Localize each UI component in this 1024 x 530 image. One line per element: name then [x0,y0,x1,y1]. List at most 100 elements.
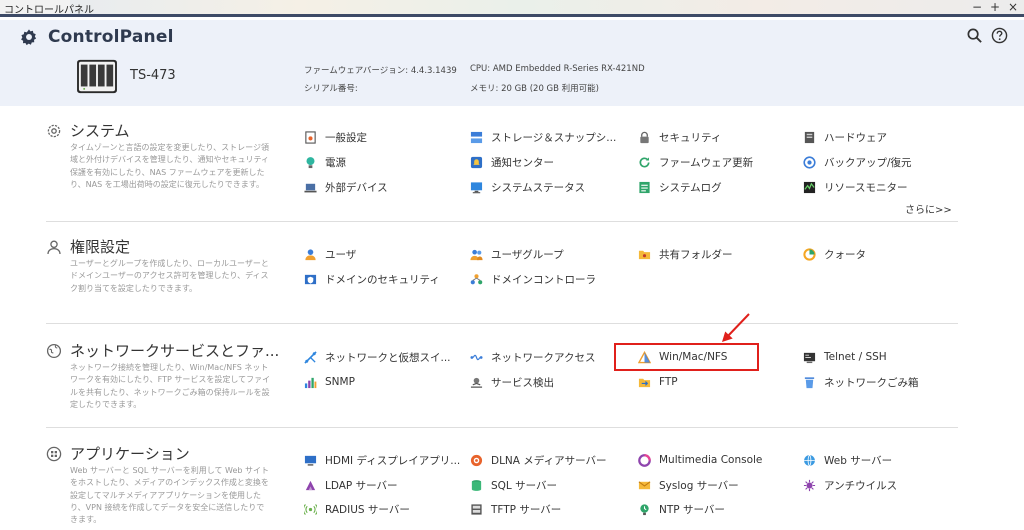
section-divider [46,427,958,428]
item-label: LDAP サーバー [325,479,398,492]
item-tftp-server[interactable]: TFTP サーバー [470,500,561,518]
database-icon [471,479,482,491]
item-external-devices[interactable]: 外部デバイス [304,178,388,196]
item-security[interactable]: セキュリティ [638,128,721,146]
item-telnet-ssh[interactable]: Telnet / SSH [803,348,887,366]
device-model: TS-473 [130,68,176,83]
section-applications-header: アプリケーション [46,443,190,464]
syslog-icon [638,480,651,489]
section-privilege-header: 権限設定 [46,236,130,257]
item-network-virtual-switch[interactable]: ネットワークと仮想スイ... [304,348,451,366]
cpu-info: CPU: AMD Embedded R-Series RX-421ND [470,64,645,74]
item-label: ハードウェア [824,131,887,144]
item-power[interactable]: 電源 [304,153,346,171]
cpu-value: AMD Embedded R-Series RX-421ND [492,64,645,74]
item-dlna-server[interactable]: DLNA メディアサーバー [470,451,606,469]
item-label: システムステータス [491,181,586,194]
item-syslog-server[interactable]: Syslog サーバー [638,476,739,494]
section-privilege-description: ユーザーとグループを作成したり、ローカルユーザーとドメインユーザーのアクセス許可… [70,259,269,293]
item-domain-controller[interactable]: ドメインコントローラ [470,270,596,288]
item-label: システムログ [659,181,722,194]
item-label: 一般設定 [325,131,367,144]
apps-icon [46,446,62,461]
item-system-status[interactable]: システムステータス [470,178,585,196]
general-settings-icon [305,130,316,144]
domain-controller-icon [470,273,483,284]
item-radius-server[interactable]: RADIUS サーバー [304,500,410,518]
help-icon[interactable] [991,27,1008,44]
item-label: Telnet / SSH [824,351,887,363]
search-icon[interactable] [966,27,983,44]
item-label: ネットワークごみ箱 [824,376,919,389]
item-label: Multimedia Console [659,454,763,466]
item-label: SNMP [325,376,355,388]
item-users[interactable]: ユーザ [304,245,356,263]
header: ControlPanel TS-473 ファームウェアバージョン: 4.4.3.… [0,20,1024,106]
item-service-discovery[interactable]: サービス検出 [470,373,554,391]
item-notification-center[interactable]: 通知センター [470,153,554,171]
service-discovery-icon [470,377,483,388]
section-system-header: システム [46,120,130,141]
section-network-description: ネットワーク接続を管理したり、Win/Mac/NFS ネットワークを有効にしたり… [70,363,271,409]
item-ldap-server[interactable]: LDAP サーバー [304,476,398,494]
window-title: コントロールパネル [4,5,94,16]
radius-icon [304,503,317,515]
item-network-access[interactable]: ネットワークアクセス [470,348,595,366]
section-divider [46,323,958,324]
item-label: サービス検出 [491,376,554,389]
minimize-icon[interactable]: − [970,0,984,15]
item-general-settings[interactable]: 一般設定 [304,128,367,146]
section-network-title: ネットワークサービスとファ... [70,342,280,360]
gear-outline-icon [47,124,61,137]
refresh-icon [639,156,650,167]
serial-number: シリアル番号: [304,82,358,94]
item-label: Web サーバー [824,454,893,467]
more-link[interactable]: さらに>> [905,201,952,216]
item-ftp[interactable]: FTP [638,373,678,391]
item-label: FTP [659,376,678,388]
display-icon [304,455,317,466]
memory-info: メモリ: 20 GB (20 GB 利用可能) [470,82,599,94]
app-name: ControlPanel [48,27,174,47]
item-resource-monitor[interactable]: リソースモニター [803,178,907,196]
item-snmp[interactable]: SNMP [304,373,355,391]
user-icon [305,248,316,260]
dlna-icon [470,454,483,466]
section-privilege-title: 権限設定 [70,238,131,256]
ftp-icon [638,378,651,387]
highlight-box [614,343,759,371]
item-network-recycle-bin[interactable]: ネットワークごみ箱 [803,373,919,391]
item-label: ドメインのセキュリティ [325,273,440,286]
item-hdmi-display[interactable]: HDMI ディスプレイアプリ... [304,451,460,469]
item-label: ネットワークアクセス [491,351,596,364]
item-quota[interactable]: クォータ [803,245,866,263]
item-label: NTP サーバー [659,503,725,516]
nas-device-icon [77,59,117,94]
ntp-icon [640,503,649,515]
item-label: ストレージ＆スナップシ... [491,131,617,144]
section-divider [46,221,958,222]
item-hardware[interactable]: ハードウェア [803,128,887,146]
item-label: DLNA メディアサーバー [491,454,607,467]
section-system-description: タイムゾーンと言語の設定を変更したり、ストレージ領域と外付けデバイスを管理したり… [70,143,269,189]
item-storage-snapshots[interactable]: ストレージ＆スナップシ... [470,128,616,146]
item-domain-security[interactable]: ドメインのセキュリティ [304,270,440,288]
item-backup-restore[interactable]: バックアップ/復元 [803,153,912,171]
item-firmware-update[interactable]: ファームウェア更新 [638,153,753,171]
user-outline-icon [47,240,61,254]
item-multimedia-console[interactable]: Multimedia Console [638,451,762,469]
item-system-log[interactable]: システムログ [638,178,722,196]
hardware-icon [804,131,815,143]
item-label: ユーザ [325,248,357,261]
item-sql-server[interactable]: SQL サーバー [470,476,557,494]
item-shared-folders[interactable]: 共有フォルダー [638,245,733,263]
item-ntp-server[interactable]: NTP サーバー [638,500,725,518]
memory-value: 20 GB (20 GB 利用可能) [501,84,599,94]
item-user-groups[interactable]: ユーザグループ [470,245,564,263]
item-antivirus[interactable]: アンチウイルス [803,476,897,494]
maximize-icon[interactable]: + [988,0,1002,15]
item-label: 共有フォルダー [659,248,733,261]
item-web-server[interactable]: Web サーバー [803,451,892,469]
close-icon[interactable]: × [1006,0,1020,15]
user-group-icon [470,249,483,260]
